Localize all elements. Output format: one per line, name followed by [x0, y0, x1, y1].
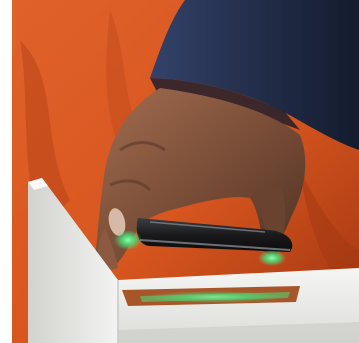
scene-photo: [0, 0, 359, 343]
scanner-glow: [145, 291, 285, 303]
green-glow-right: [258, 250, 286, 266]
left-white-margin: [0, 0, 12, 343]
green-glow-left: [114, 230, 142, 250]
photo-frame: [0, 0, 359, 343]
